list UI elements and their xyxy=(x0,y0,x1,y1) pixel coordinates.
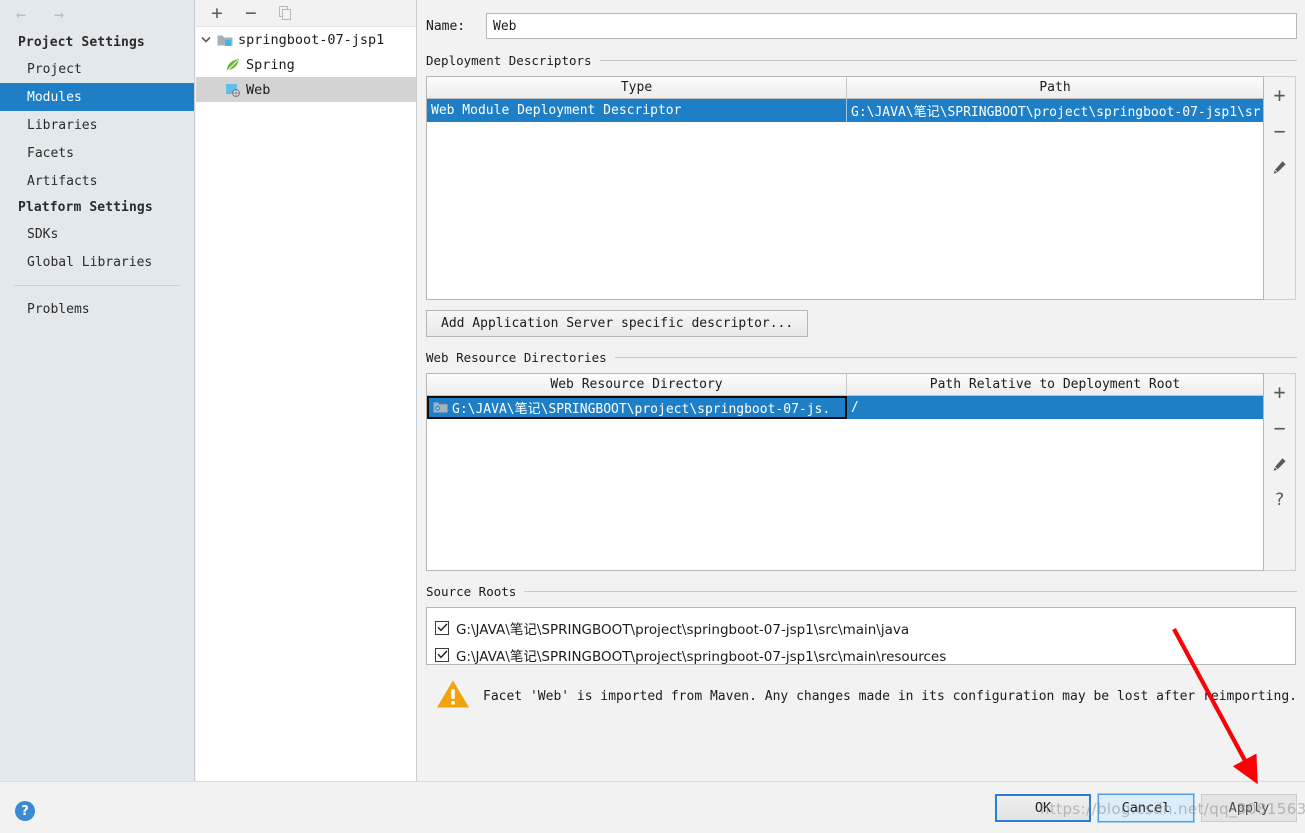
group-label: Source Roots xyxy=(426,583,517,599)
sidebar-item-project[interactable]: Project xyxy=(0,55,194,83)
remove-icon[interactable]: − xyxy=(242,2,260,24)
deployment-descriptors-side-toolbar: + − xyxy=(1264,76,1296,300)
sidebar-item-modules[interactable]: Modules xyxy=(0,83,194,111)
help-question-icon[interactable]: ? xyxy=(1269,490,1291,510)
column-header-type[interactable]: Type xyxy=(427,77,847,98)
source-root-path: G:\JAVA\笔记\SPRINGBOOT\project\springboot… xyxy=(456,621,910,638)
checkbox-checked-icon[interactable] xyxy=(435,620,449,635)
group-divider xyxy=(599,59,1297,61)
group-label: Deployment Descriptors xyxy=(426,52,592,68)
source-roots-group-header: Source Roots xyxy=(418,583,1305,599)
arrow-right-icon[interactable]: → xyxy=(49,5,69,25)
cell-path-relative: / xyxy=(851,400,859,415)
sidebar-item-label: Libraries xyxy=(27,117,98,133)
arrow-left-icon[interactable]: ← xyxy=(11,5,31,25)
add-icon[interactable]: + xyxy=(1269,380,1291,404)
project-structure-dialog: ← → Project Settings Project Modules Lib… xyxy=(0,0,1305,833)
sidebar-item-libraries[interactable]: Libraries xyxy=(0,111,194,139)
tree-node-springboot-07-jsp1[interactable]: springboot-07-jsp1 xyxy=(196,27,416,52)
cell-web-resource-directory[interactable]: G:\JAVA\笔记\SPRINGBOOT\project\springboot… xyxy=(427,396,847,419)
sidebar-item-label: Facets xyxy=(27,145,74,161)
sidebar-item-label: Project xyxy=(27,61,82,77)
sidebar-item-problems[interactable]: Problems xyxy=(0,295,194,323)
spring-leaf-icon xyxy=(224,57,242,73)
sidebar-item-label: Problems xyxy=(27,301,90,317)
module-tree-panel: + − springboot-07-jsp1 Spring Web xyxy=(196,0,417,781)
web-resource-directories-table-wrap: Web Resource Directory Path Relative to … xyxy=(426,373,1296,571)
cell-path: G:\JAVA\笔记\SPRINGBOOT\project\springboot… xyxy=(851,105,1261,120)
list-item[interactable]: G:\JAVA\笔记\SPRINGBOOT\project\springboot… xyxy=(435,641,1295,668)
add-icon[interactable]: + xyxy=(1269,83,1291,107)
edit-pencil-icon[interactable] xyxy=(1269,157,1291,177)
web-facet-icon xyxy=(224,82,242,98)
source-root-path: G:\JAVA\笔记\SPRINGBOOT\project\springboot… xyxy=(456,648,947,665)
sidebar-group-title-project-settings: Project Settings xyxy=(18,35,145,50)
column-header-path[interactable]: Path xyxy=(847,77,1263,98)
table-row[interactable]: Web Module Deployment Descriptor G:\JAVA… xyxy=(427,99,1263,122)
remove-icon[interactable]: − xyxy=(1269,416,1291,440)
module-folder-icon xyxy=(216,32,234,48)
edit-pencil-icon[interactable] xyxy=(1269,454,1291,474)
cell-type: Web Module Deployment Descriptor xyxy=(427,99,847,122)
deployment-descriptors-group-header: Deployment Descriptors xyxy=(418,52,1305,68)
dialog-button-group: OK Cancel Apply xyxy=(995,793,1297,823)
group-divider xyxy=(614,356,1297,358)
column-header-web-resource-directory[interactable]: Web Resource Directory xyxy=(427,374,847,395)
sidebar-item-label: Artifacts xyxy=(27,173,98,189)
copy-icon[interactable] xyxy=(276,4,294,22)
deployment-descriptors-table[interactable]: Type Path Web Module Deployment Descript… xyxy=(426,76,1264,300)
sidebar-item-sdks[interactable]: SDKs xyxy=(0,220,194,248)
tree-node-label: springboot-07-jsp1 xyxy=(238,31,385,48)
source-roots-list: G:\JAVA\笔记\SPRINGBOOT\project\springboot… xyxy=(426,607,1296,665)
facet-warning-message: Facet 'Web' is imported from Maven. Any … xyxy=(483,688,1296,704)
list-item[interactable]: G:\JAVA\笔记\SPRINGBOOT\project\springboot… xyxy=(435,614,1295,641)
facet-warning: Facet 'Web' is imported from Maven. Any … xyxy=(436,679,1296,713)
name-row: Name: xyxy=(418,0,1305,40)
cancel-button[interactable]: Cancel xyxy=(1097,793,1195,823)
dialog-bottom-bar: ? OK Cancel Apply xyxy=(0,781,1305,833)
sidebar-item-label: Global Libraries xyxy=(27,254,153,270)
navigation-arrows: ← → xyxy=(0,0,194,30)
sidebar-item-facets[interactable]: Facets xyxy=(0,139,194,167)
sidebar-item-artifacts[interactable]: Artifacts xyxy=(0,167,194,195)
remove-icon[interactable]: − xyxy=(1269,119,1291,143)
add-descriptor-row: Add Application Server specific descript… xyxy=(426,310,1305,337)
table-header-row: Web Resource Directory Path Relative to … xyxy=(427,374,1263,396)
apply-button[interactable]: Apply xyxy=(1201,794,1297,822)
module-tree-toolbar: + − xyxy=(196,0,416,27)
facet-settings-panel: Name: Deployment Descriptors Type Path W… xyxy=(418,0,1305,781)
deployment-descriptors-table-wrap: Type Path Web Module Deployment Descript… xyxy=(426,76,1296,300)
tree-node-web[interactable]: Web xyxy=(196,77,416,102)
sidebar-item-global-libraries[interactable]: Global Libraries xyxy=(0,248,194,276)
web-resource-directories-group-header: Web Resource Directories xyxy=(418,349,1305,365)
checkbox-checked-icon[interactable] xyxy=(435,647,449,662)
warning-triangle-icon xyxy=(436,679,470,713)
web-resource-directories-side-toolbar: + − ? xyxy=(1264,373,1296,571)
add-icon[interactable]: + xyxy=(208,2,226,24)
table-header-row: Type Path xyxy=(427,77,1263,99)
cell-text: G:\JAVA\笔记\SPRINGBOOT\project\springboot… xyxy=(452,402,831,417)
group-label: Web Resource Directories xyxy=(426,349,607,365)
column-header-path-relative[interactable]: Path Relative to Deployment Root xyxy=(847,374,1263,395)
sidebar-item-label: SDKs xyxy=(27,226,59,242)
sidebar-group-title-platform-settings: Platform Settings xyxy=(18,200,153,215)
chevron-down-icon[interactable] xyxy=(196,36,216,43)
ok-button[interactable]: OK xyxy=(995,794,1091,822)
sidebar-divider xyxy=(14,285,180,286)
help-question-icon[interactable]: ? xyxy=(15,801,35,821)
tree-node-label: Spring xyxy=(246,56,295,73)
tree-node-spring[interactable]: Spring xyxy=(196,52,416,77)
tree-node-label: Web xyxy=(246,81,271,98)
web-resource-directories-table[interactable]: Web Resource Directory Path Relative to … xyxy=(426,373,1264,571)
table-row[interactable]: G:\JAVA\笔记\SPRINGBOOT\project\springboot… xyxy=(427,396,1263,419)
folder-icon xyxy=(431,400,449,416)
name-input[interactable] xyxy=(486,13,1297,39)
group-divider xyxy=(524,590,1297,592)
sidebar-item-label: Modules xyxy=(27,89,82,105)
name-label: Name: xyxy=(426,18,466,34)
add-app-server-descriptor-button[interactable]: Add Application Server specific descript… xyxy=(426,310,809,337)
settings-sidebar: ← → Project Settings Project Modules Lib… xyxy=(0,0,195,781)
